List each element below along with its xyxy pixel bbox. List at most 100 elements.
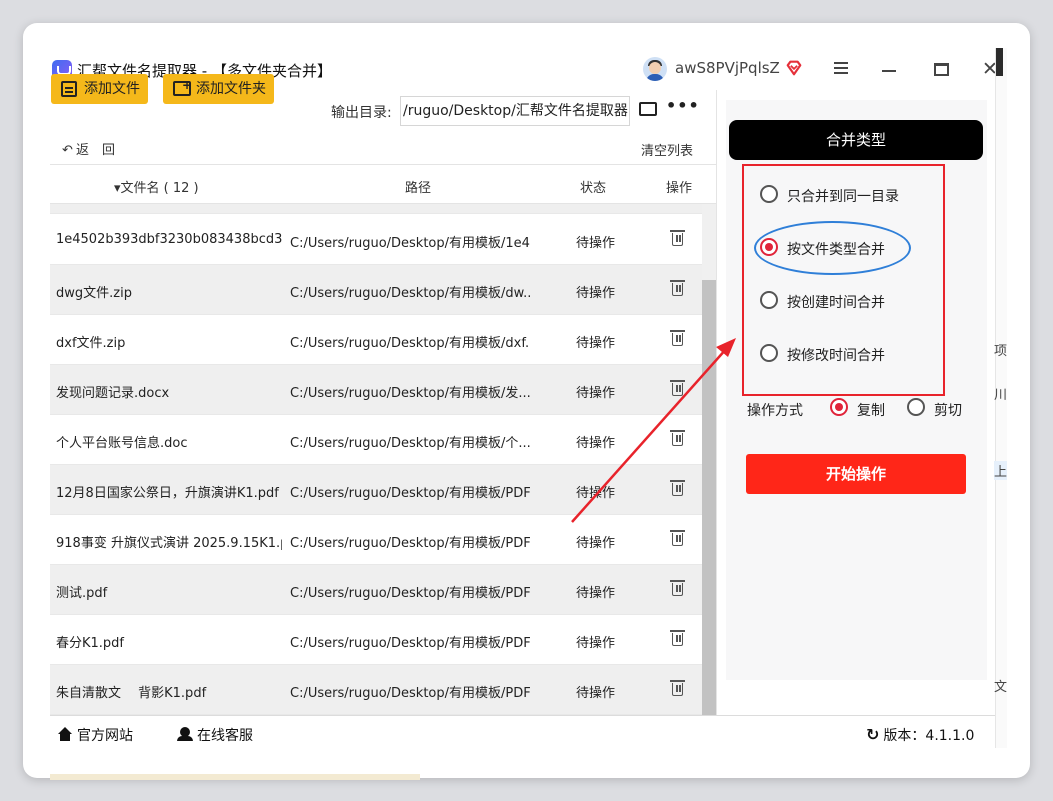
file-path: C:/Users/ruguo/Desktop/有用模板/dw... xyxy=(290,286,530,301)
add-file-label: 添加文件 xyxy=(84,81,140,97)
option-cut[interactable]: 剪切 xyxy=(934,400,962,420)
table-row[interactable]: dxf文件.zip C:/Users/ruguo/Desktop/有用模板/dxf… xyxy=(50,315,702,365)
trash-icon[interactable] xyxy=(670,580,685,596)
option-copy[interactable]: 复制 xyxy=(857,400,885,420)
table-row[interactable]: 12月8日国家公祭日，升旗演讲K1.pdf C:/Users/ruguo/Desk… xyxy=(50,465,702,515)
trash-icon[interactable] xyxy=(670,280,685,296)
add-file-button[interactable]: 添加文件 xyxy=(51,74,148,104)
file-status: 待操作 xyxy=(576,486,616,501)
more-icon[interactable]: ••• xyxy=(666,96,700,115)
trash-icon[interactable] xyxy=(670,430,685,446)
file-status: 待操作 xyxy=(576,586,616,601)
header-path: 路径 xyxy=(405,181,432,196)
output-dir-input[interactable]: /ruguo/Desktop/汇帮文件名提取器 xyxy=(400,96,630,126)
file-path: C:/Users/ruguo/Desktop/有用模板/PDF... xyxy=(290,486,530,501)
operation-mode-label: 操作方式 xyxy=(747,403,803,419)
trash-icon[interactable] xyxy=(670,480,685,496)
header-name[interactable]: ▾文件名 ( 12 ) xyxy=(114,177,199,196)
username[interactable]: awS8PVjPqlsZ xyxy=(675,59,780,77)
trash-icon[interactable] xyxy=(670,230,685,246)
file-name: 12月8日国家公祭日，升旗演讲K1.pdf xyxy=(56,486,279,501)
radio-same-dir[interactable] xyxy=(760,185,778,203)
version-number: 4.1.1.0 xyxy=(925,728,975,744)
file-name: dxf文件.zip xyxy=(56,336,126,351)
file-status: 待操作 xyxy=(576,686,616,701)
trash-icon[interactable] xyxy=(670,380,685,396)
file-name: 918事变 升旗仪式演讲 2025.9.15K1.pdf xyxy=(56,536,282,551)
file-path: C:/Users/ruguo/Desktop/有用模板/PDF... xyxy=(290,686,530,701)
table-row[interactable]: 个人平台账号信息.doc C:/Users/ruguo/Desktop/有用模板/… xyxy=(50,415,702,465)
version-label: 版本： xyxy=(883,728,926,744)
menu-icon[interactable] xyxy=(834,62,848,76)
file-path: C:/Users/ruguo/Desktop/有用模板/1e4... xyxy=(290,236,530,251)
radio-by-modified[interactable] xyxy=(760,344,778,362)
background-text: 项 xyxy=(994,344,1008,359)
service-link[interactable]: 在线客服 xyxy=(177,725,253,745)
file-path: C:/Users/ruguo/Desktop/有用模板/发... xyxy=(290,386,530,401)
start-button[interactable]: 开始操作 xyxy=(746,454,966,494)
table-row[interactable]: 1e4502b393dbf3230b083438bcd3ac... C:/User… xyxy=(50,215,702,265)
table-row[interactable]: 测试.pdf C:/Users/ruguo/Desktop/有用模板/PDF...… xyxy=(50,565,702,615)
refresh-icon: ↻ xyxy=(866,725,880,744)
file-status: 待操作 xyxy=(576,286,616,301)
background-text: 文 xyxy=(994,680,1008,695)
trash-icon[interactable] xyxy=(670,680,685,696)
avatar[interactable] xyxy=(643,57,667,81)
option-same-dir[interactable]: 只合并到同一目录 xyxy=(787,186,899,206)
radio-copy[interactable] xyxy=(830,398,848,416)
service-label: 在线客服 xyxy=(197,728,253,744)
file-status: 待操作 xyxy=(576,386,616,401)
option-by-created[interactable]: 按创建时间合并 xyxy=(787,292,885,312)
back-button[interactable]: ↶ 返 回 xyxy=(62,139,115,158)
background-window-bar xyxy=(996,48,1003,76)
background-text: 川 xyxy=(994,388,1008,403)
trash-icon[interactable] xyxy=(670,330,685,346)
file-name: dwg文件.zip xyxy=(56,286,132,301)
table-row[interactable]: 春分K1.pdf C:/Users/ruguo/Desktop/有用模板/PDF.… xyxy=(50,615,702,665)
header-status: 状态 xyxy=(580,181,607,196)
file-name: 1e4502b393dbf3230b083438bcd3ac... xyxy=(56,232,282,247)
option-by-modified[interactable]: 按修改时间合并 xyxy=(787,345,885,365)
file-path: C:/Users/ruguo/Desktop/有用模板/PDF... xyxy=(290,586,530,601)
file-status: 待操作 xyxy=(576,636,616,651)
add-file-icon xyxy=(61,81,77,97)
scrollbar-thumb[interactable] xyxy=(702,280,716,715)
add-folder-icon xyxy=(173,70,192,100)
vip-icon[interactable] xyxy=(785,59,803,77)
file-name: 春分K1.pdf xyxy=(56,636,125,651)
file-name: 发现问题记录.docx xyxy=(56,386,170,401)
radio-by-created[interactable] xyxy=(760,291,778,309)
table-row[interactable]: 发现问题记录.docx C:/Users/ruguo/Desktop/有用模板/发… xyxy=(50,365,702,415)
back-arrow-icon: ↶ xyxy=(62,143,73,158)
website-link[interactable]: 官方网站 xyxy=(57,725,133,745)
service-icon xyxy=(177,727,193,741)
folder-icon[interactable] xyxy=(639,102,657,116)
file-path: C:/Users/ruguo/Desktop/有用模板/dxf... xyxy=(290,336,530,351)
output-dir-label: 输出目录: xyxy=(331,105,392,121)
website-label: 官方网站 xyxy=(77,728,133,744)
file-table: 1e4502b393dbf3230b083438bcd3ac... C:/User… xyxy=(50,204,702,715)
table-row-partial xyxy=(50,204,702,214)
file-status: 待操作 xyxy=(576,436,616,451)
radio-cut[interactable] xyxy=(907,398,925,416)
trash-icon[interactable] xyxy=(670,530,685,546)
add-folder-button[interactable]: 添加文件夹 xyxy=(163,70,274,104)
minimize-icon[interactable] xyxy=(882,70,896,72)
clear-list-button[interactable]: 清空列表 xyxy=(641,140,693,159)
file-path: C:/Users/ruguo/Desktop/有用模板/PDF... xyxy=(290,536,530,551)
table-row[interactable]: 918事变 升旗仪式演讲 2025.9.15K1.pdf C:/Users/rug… xyxy=(50,515,702,565)
back-label: 返 回 xyxy=(76,143,116,158)
trash-icon[interactable] xyxy=(670,630,685,646)
file-status: 待操作 xyxy=(576,536,616,551)
file-status: 待操作 xyxy=(576,336,616,351)
header-action: 操作 xyxy=(666,181,693,196)
file-name: 朱自清散文 背影K1.pdf xyxy=(56,686,207,701)
version-info[interactable]: ↻ 版本：4.1.1.0 xyxy=(866,725,974,745)
maximize-icon[interactable] xyxy=(934,63,949,76)
background-text: 上 xyxy=(994,461,1008,480)
table-header: ▾文件名 ( 12 ) 路径 状态 操作 xyxy=(50,164,716,204)
add-folder-label: 添加文件夹 xyxy=(196,81,266,97)
file-status: 待操作 xyxy=(576,236,616,251)
table-row[interactable]: 朱自清散文 背影K1.pdf C:/Users/ruguo/Desktop/有用模… xyxy=(50,665,702,715)
table-row[interactable]: dwg文件.zip C:/Users/ruguo/Desktop/有用模板/dw.… xyxy=(50,265,702,315)
